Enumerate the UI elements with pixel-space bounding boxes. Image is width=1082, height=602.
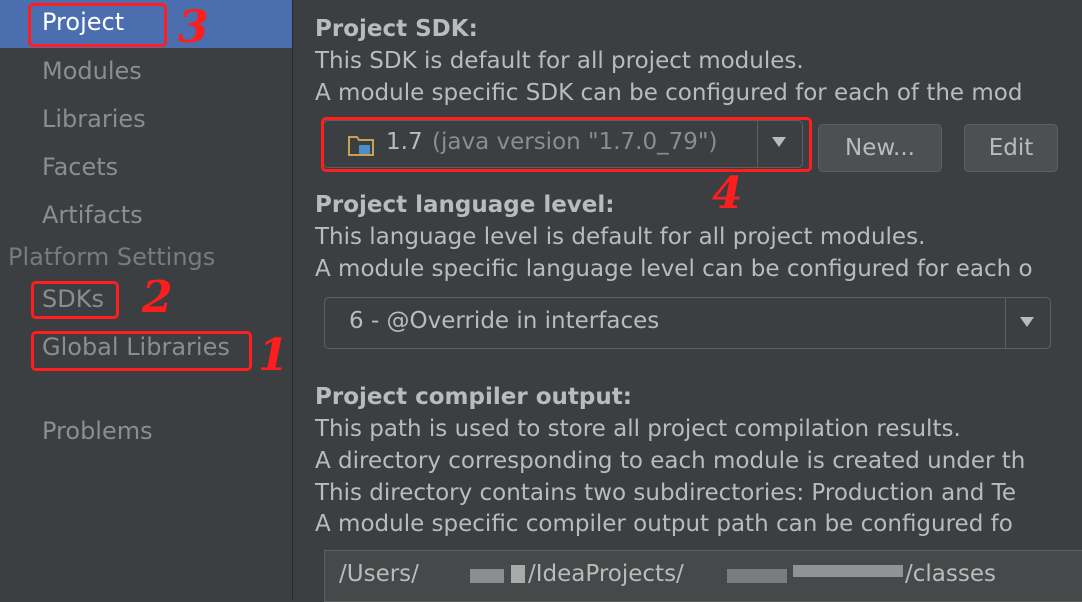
sidebar-item-facets[interactable]: Facets — [42, 153, 118, 181]
sidebar-item-modules[interactable]: Modules — [42, 57, 142, 85]
path-suffix: /classes — [905, 561, 996, 587]
annotation-box-sdk-combo — [321, 117, 812, 172]
language-level-title: Project language level: — [315, 192, 615, 218]
platform-settings-header: Platform Settings — [8, 243, 216, 271]
project-sdk-title: Project SDK: — [315, 16, 478, 42]
project-sdk-desc-2: A module specific SDK can be configured … — [315, 80, 1023, 106]
project-settings-panel: Project SDK: This SDK is default for all… — [293, 0, 1082, 602]
pixelated-username-block — [511, 565, 525, 583]
project-sdk-desc-1: This SDK is default for all project modu… — [315, 48, 804, 74]
compiler-output-desc-3: This directory contains two subdirectori… — [315, 480, 1016, 506]
language-level-desc-2: A module specific language level can be … — [315, 256, 1033, 282]
sidebar-item-problems[interactable]: Problems — [42, 417, 153, 445]
path-prefix: /Users/ — [339, 561, 419, 587]
language-level-desc-1: This language level is default for all p… — [315, 224, 926, 250]
language-level-value: 6 - @Override in interfaces — [349, 308, 660, 334]
path-middle: /IdeaProjects/ — [528, 561, 684, 587]
pixelated-project-name — [727, 569, 787, 583]
chevron-down-icon — [1020, 317, 1034, 327]
annotation-box-sdks — [31, 281, 119, 319]
language-level-dropdown-button[interactable] — [1005, 298, 1050, 348]
compiler-output-title: Project compiler output: — [315, 384, 632, 410]
new-sdk-button[interactable]: New... — [818, 124, 942, 172]
annotation-number-3: 3 — [178, 2, 209, 53]
annotation-box-project — [28, 3, 167, 47]
edit-sdk-button[interactable]: Edit — [964, 124, 1058, 172]
pixelated-project-name-2 — [793, 565, 903, 577]
compiler-output-desc-2: A directory corresponding to each module… — [315, 448, 1026, 474]
compiler-output-desc-4: A module specific compiler output path c… — [315, 511, 1013, 537]
sidebar-item-libraries[interactable]: Libraries — [42, 105, 146, 133]
annotation-number-4: 4 — [712, 168, 743, 219]
annotation-number-1: 1 — [258, 330, 289, 381]
compiler-output-desc-1: This path is used to store all project c… — [315, 416, 961, 442]
annotation-number-2: 2 — [142, 272, 173, 323]
language-level-combo[interactable]: 6 - @Override in interfaces — [324, 297, 1051, 349]
annotation-box-global-libraries — [31, 331, 252, 371]
pixelated-username — [470, 569, 504, 583]
compiler-output-path-field[interactable]: /Users/ /IdeaProjects/ /classes — [324, 550, 1082, 602]
sidebar-item-artifacts[interactable]: Artifacts — [42, 201, 143, 229]
